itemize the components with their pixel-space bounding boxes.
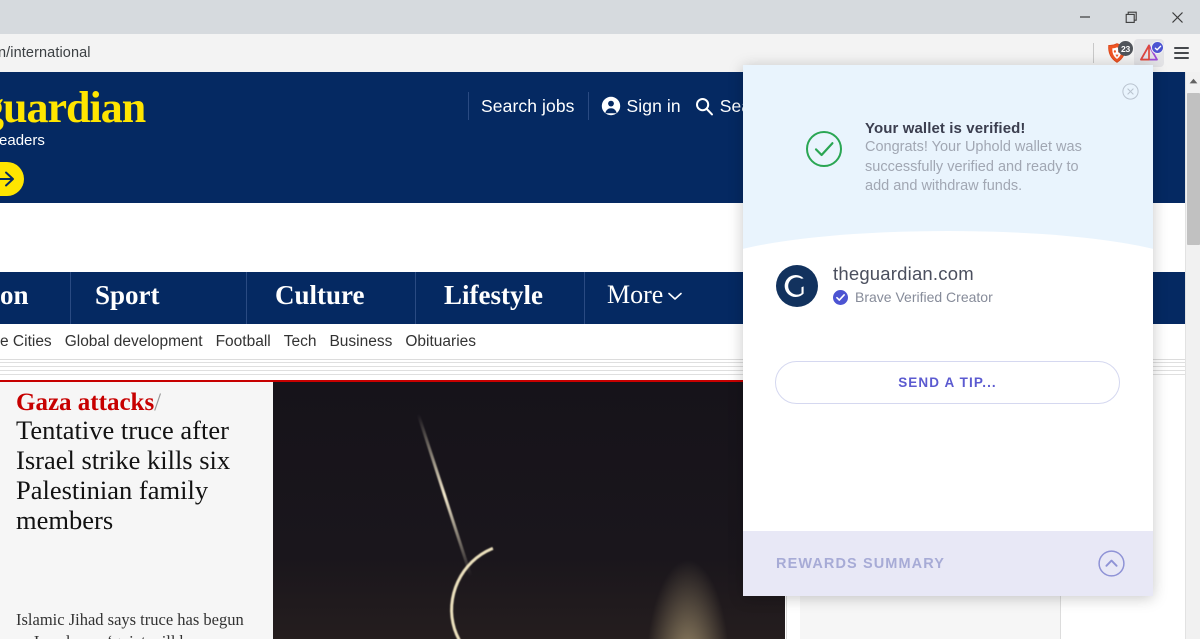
creator-verified-label: Brave Verified Creator [855, 289, 993, 305]
article-standfirst: Islamic Jihad says truce has begun as Is… [16, 610, 244, 639]
window-minimize-button[interactable] [1062, 0, 1108, 34]
page-scrollbar[interactable] [1185, 72, 1200, 639]
address-bar[interactable]: n/international [0, 34, 91, 72]
verification-body: Your wallet is verified! Congrats! Your … [805, 120, 1105, 197]
address-bar-text: n/international [0, 45, 91, 61]
green-check-circle-icon [805, 130, 843, 168]
support-arrow-button[interactable] [0, 162, 24, 196]
nav-item-culture[interactable]: Culture [247, 272, 415, 324]
nav-more-label: More [607, 280, 664, 309]
subnav-item-business[interactable]: Business [329, 333, 392, 351]
sign-in-link[interactable]: Sign in [601, 96, 681, 117]
chevron-up-circle-icon[interactable] [1098, 550, 1125, 577]
article-kicker-slash: / [154, 389, 162, 416]
brave-rewards-panel: Your wallet is verified! Congrats! Your … [743, 65, 1153, 596]
person-icon [601, 96, 621, 116]
rewards-summary-label: REWARDS SUMMARY [776, 555, 946, 572]
search-jobs-label: Search jobs [481, 95, 575, 116]
nav-item-more[interactable]: More [585, 272, 683, 310]
send-a-tip-label: SEND A TIP... [898, 375, 997, 390]
verification-texts: Your wallet is verified! Congrats! Your … [865, 120, 1105, 197]
brave-shield-icon[interactable]: 23 [1102, 39, 1133, 67]
window-close-button[interactable] [1154, 0, 1200, 34]
verification-title: Your wallet is verified! [865, 120, 1026, 137]
blue-check-badge-icon [833, 289, 848, 305]
photo-light-streak [416, 413, 473, 577]
nav-item-lifestyle[interactable]: Lifestyle [416, 272, 584, 324]
article-photo [273, 382, 785, 639]
nav-item-sport[interactable]: Sport [71, 272, 246, 324]
nav-item-opinion[interactable]: on [0, 272, 70, 324]
masthead-divider [468, 92, 469, 120]
guardian-logo[interactable]: guardian [0, 82, 146, 133]
sign-in-label: Sign in [626, 95, 681, 116]
send-a-tip-button[interactable]: SEND A TIP... [775, 361, 1120, 404]
verification-description: Congrats! Your Uphold wallet was success… [865, 139, 1082, 195]
subnav-item-football[interactable]: Football [216, 333, 271, 351]
support-tagline: by readers [0, 132, 45, 149]
subnav-item-obituaries[interactable]: Obituaries [405, 333, 476, 351]
close-icon[interactable] [1121, 82, 1139, 100]
rewards-summary-footer[interactable]: REWARDS SUMMARY [743, 531, 1153, 596]
lead-article-card[interactable]: Gaza attacks/ Tentative truce after Isra… [0, 380, 785, 639]
arrow-right-icon [0, 171, 14, 187]
window-titlebar [0, 0, 1200, 34]
rewards-verified-badge-icon [1151, 41, 1164, 54]
article-headline[interactable]: Tentative truce after Israel strike kill… [16, 415, 274, 536]
subnav-item-cities[interactable]: e Cities [0, 333, 52, 351]
masthead-links: Search jobs Sign in Sear [468, 90, 770, 122]
shield-badge-count: 23 [1118, 41, 1133, 56]
scrollbar-up-arrow-icon[interactable] [1186, 72, 1200, 89]
subnav-item-tech[interactable]: Tech [284, 333, 317, 351]
creator-info: theguardian.com Brave Verified Creator [833, 263, 993, 305]
toolbar-divider [1093, 43, 1094, 63]
lead-article-text: Gaza attacks/ Tentative truce after Isra… [0, 382, 273, 639]
search-icon [694, 96, 714, 116]
brave-rewards-icon[interactable] [1134, 39, 1164, 67]
window-restore-button[interactable] [1108, 0, 1154, 34]
creator-verified-row: Brave Verified Creator [833, 289, 993, 305]
scrollbar-thumb[interactable] [1187, 93, 1200, 245]
search-jobs-link[interactable]: Search jobs [481, 96, 575, 117]
chevron-down-icon [668, 280, 683, 301]
wallet-verification-banner: Your wallet is verified! Congrats! Your … [743, 65, 1153, 311]
creator-section: theguardian.com Brave Verified Creator [743, 263, 1153, 343]
masthead-divider-2 [587, 92, 589, 120]
subnav-item-global-development[interactable]: Global development [65, 333, 203, 351]
guardian-g-logo-icon [776, 265, 818, 307]
photo-light-arc [429, 523, 591, 639]
browser-menu-icon[interactable] [1166, 39, 1196, 67]
article-kicker: Gaza attacks/ [16, 389, 266, 418]
creator-site-name: theguardian.com [833, 263, 974, 284]
article-kicker-label: Gaza attacks [16, 389, 155, 416]
browser-window: n/international 23 uardian eaders Search… [0, 0, 1200, 639]
